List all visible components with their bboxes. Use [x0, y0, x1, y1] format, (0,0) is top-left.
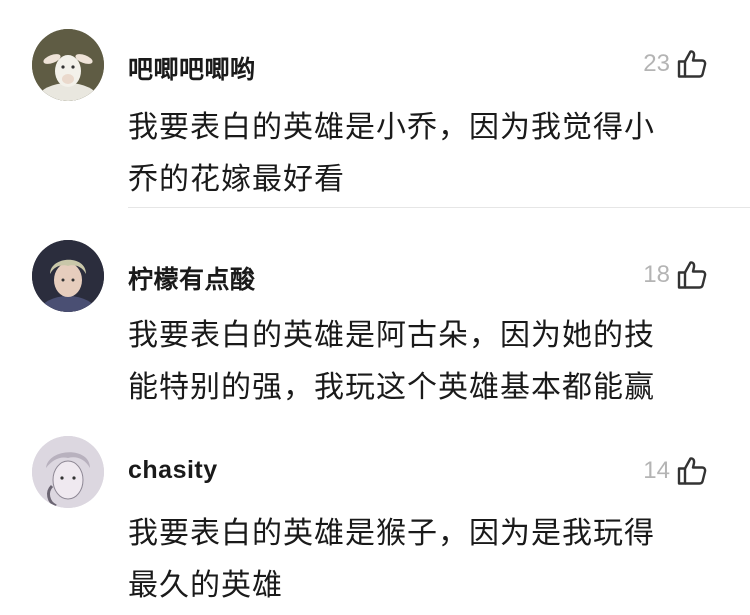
like-button[interactable]: 23	[643, 48, 708, 80]
like-count: 23	[643, 50, 670, 77]
comment-text-line: 我要表白的英雄是猴子，因为是我玩得	[128, 516, 655, 551]
like-count: 14	[643, 457, 670, 484]
divider	[128, 207, 750, 208]
comment-text-line: 我要表白的英雄是阿古朵，因为她的技	[128, 318, 655, 353]
username[interactable]: 吧唧吧唧哟	[128, 50, 256, 86]
username[interactable]: chasity	[128, 456, 218, 485]
person-portrait-icon	[32, 240, 104, 312]
like-button[interactable]: 14	[643, 455, 708, 487]
thumbs-up-icon	[677, 457, 707, 485]
comment-text-line: 乔的花嫁最好看	[128, 162, 345, 197]
comment-text-line: 能特别的强，我玩这个英雄基本都能赢	[128, 370, 655, 405]
comment-item: 吧唧吧唧哟 23 我要表白的英雄是小乔，因为我觉得小 乔的花嫁最好看	[0, 0, 750, 210]
comment-item: 柠檬有点酸 18 我要表白的英雄是阿古朵，因为她的技 能特别的强，我玩这个英雄基…	[0, 210, 750, 420]
comment-text: 我要表白的英雄是小乔，因为我觉得小 乔的花嫁最好看	[128, 102, 698, 206]
comment-item: chasity 14 我要表白的英雄是猴子，因为是我玩得 最久的英雄	[0, 420, 750, 615]
like-count: 18	[643, 261, 670, 288]
username[interactable]: 柠檬有点酸	[128, 260, 256, 296]
goat-icon	[32, 29, 104, 101]
comment-text-line: 最久的英雄	[128, 568, 283, 603]
like-button[interactable]: 18	[643, 259, 708, 291]
comment-text: 我要表白的英雄是猴子，因为是我玩得 最久的英雄	[128, 508, 698, 612]
avatar[interactable]	[32, 240, 104, 312]
comment-text-line: 我要表白的英雄是小乔，因为我觉得小	[128, 110, 655, 145]
thumbs-up-icon	[677, 50, 707, 78]
thumbs-up-icon	[677, 261, 707, 289]
comment-text: 我要表白的英雄是阿古朵，因为她的技 能特别的强，我玩这个英雄基本都能赢	[128, 310, 698, 414]
sketch-face-icon	[32, 436, 104, 508]
avatar[interactable]	[32, 436, 104, 508]
avatar[interactable]	[32, 29, 104, 101]
